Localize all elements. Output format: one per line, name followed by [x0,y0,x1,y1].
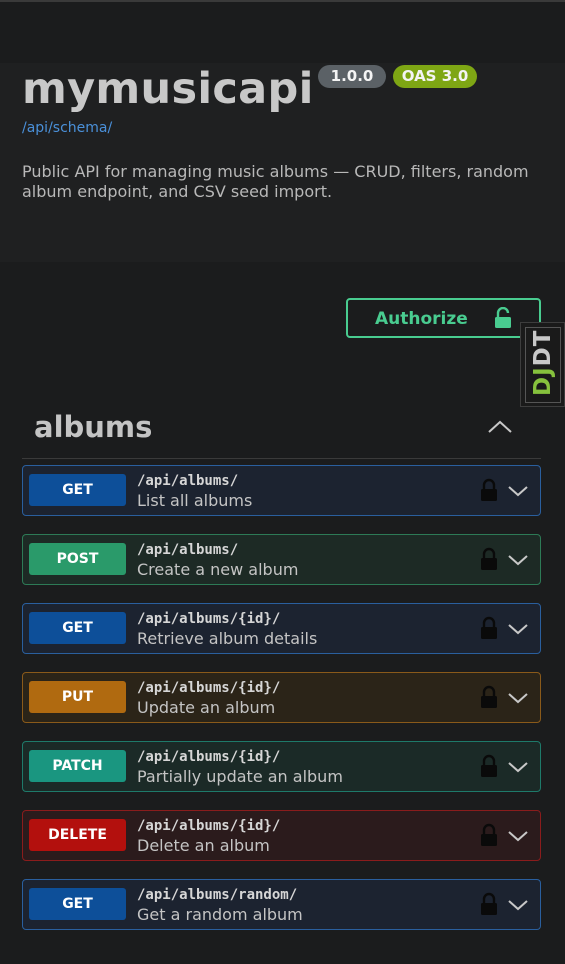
chevron-down-icon[interactable] [507,483,529,502]
method-badge: PATCH [29,750,126,782]
operation-summary: Update an album [137,698,276,717]
operation-summary: List all albums [137,491,253,510]
operation-path: /api/albums/{id}/ [137,818,281,834]
method-badge: POST [29,543,126,575]
chevron-up-icon[interactable] [487,419,513,439]
lock-icon[interactable] [480,616,498,644]
operation-summary: Retrieve album details [137,629,318,648]
operation-row[interactable]: DELETE/api/albums/{id}/ Delete an album [22,810,541,861]
albums-section-header[interactable]: albums [22,400,541,459]
operation-row[interactable]: PUT/api/albums/{id}/ Update an album [22,672,541,723]
lock-icon[interactable] [480,547,498,575]
chevron-down-icon[interactable] [507,759,529,778]
operation-path: /api/albums/random/ [137,887,298,903]
operation-row[interactable]: GET/api/albums/List all albums [22,465,541,516]
operation-row[interactable]: GET/api/albums/{id}/ Retrieve album detai… [22,603,541,654]
method-badge: GET [29,888,126,920]
authorize-button[interactable]: Authorize [346,298,541,338]
method-badge: PUT [29,681,126,713]
authorize-label: Authorize [375,309,468,329]
lock-icon[interactable] [480,478,498,506]
lock-icon[interactable] [480,892,498,920]
schema-link[interactable]: /api/schema/ [22,120,112,136]
lock-icon[interactable] [480,685,498,713]
method-badge: GET [29,474,126,506]
api-description: Public API for managing music albums — C… [22,162,529,201]
section-title: albums [34,410,153,444]
operation-path: /api/albums/{id}/ [137,749,281,765]
unlock-icon [494,306,512,334]
lock-icon[interactable] [480,823,498,851]
chevron-down-icon[interactable] [507,621,529,640]
debug-toolbar-frame: DJDT [525,327,561,403]
chevron-down-icon[interactable] [507,828,529,847]
oas-badge: OAS 3.0 [393,65,477,88]
operation-path: /api/albums/ [137,473,239,489]
operation-row[interactable]: GET/api/albums/random/Get a random album [22,879,541,930]
operation-summary: Create a new album [137,560,299,579]
operation-row[interactable]: PATCH/api/albums/{id}/ Partially update a… [22,741,541,792]
lock-icon[interactable] [480,754,498,782]
operation-path: /api/albums/{id}/ [137,611,281,627]
api-title: mymusicapi [22,64,314,114]
operation-summary: Partially update an album [137,767,343,786]
operation-summary: Delete an album [137,836,270,855]
operation-path: /api/albums/{id}/ [137,680,281,696]
operation-row[interactable]: POST/api/albums/Create a new album [22,534,541,585]
chevron-down-icon[interactable] [507,552,529,571]
chevron-down-icon[interactable] [507,690,529,709]
top-bar [0,0,565,63]
version-badge: 1.0.0 [318,65,386,88]
chevron-down-icon[interactable] [507,897,529,916]
operation-path: /api/albums/ [137,542,239,558]
debug-toolbar-handle[interactable]: DJDT [520,322,565,407]
operation-summary: Get a random album [137,905,303,924]
debug-toolbar-logo: DJDT [530,329,556,396]
method-badge: DELETE [29,819,126,851]
method-badge: GET [29,612,126,644]
